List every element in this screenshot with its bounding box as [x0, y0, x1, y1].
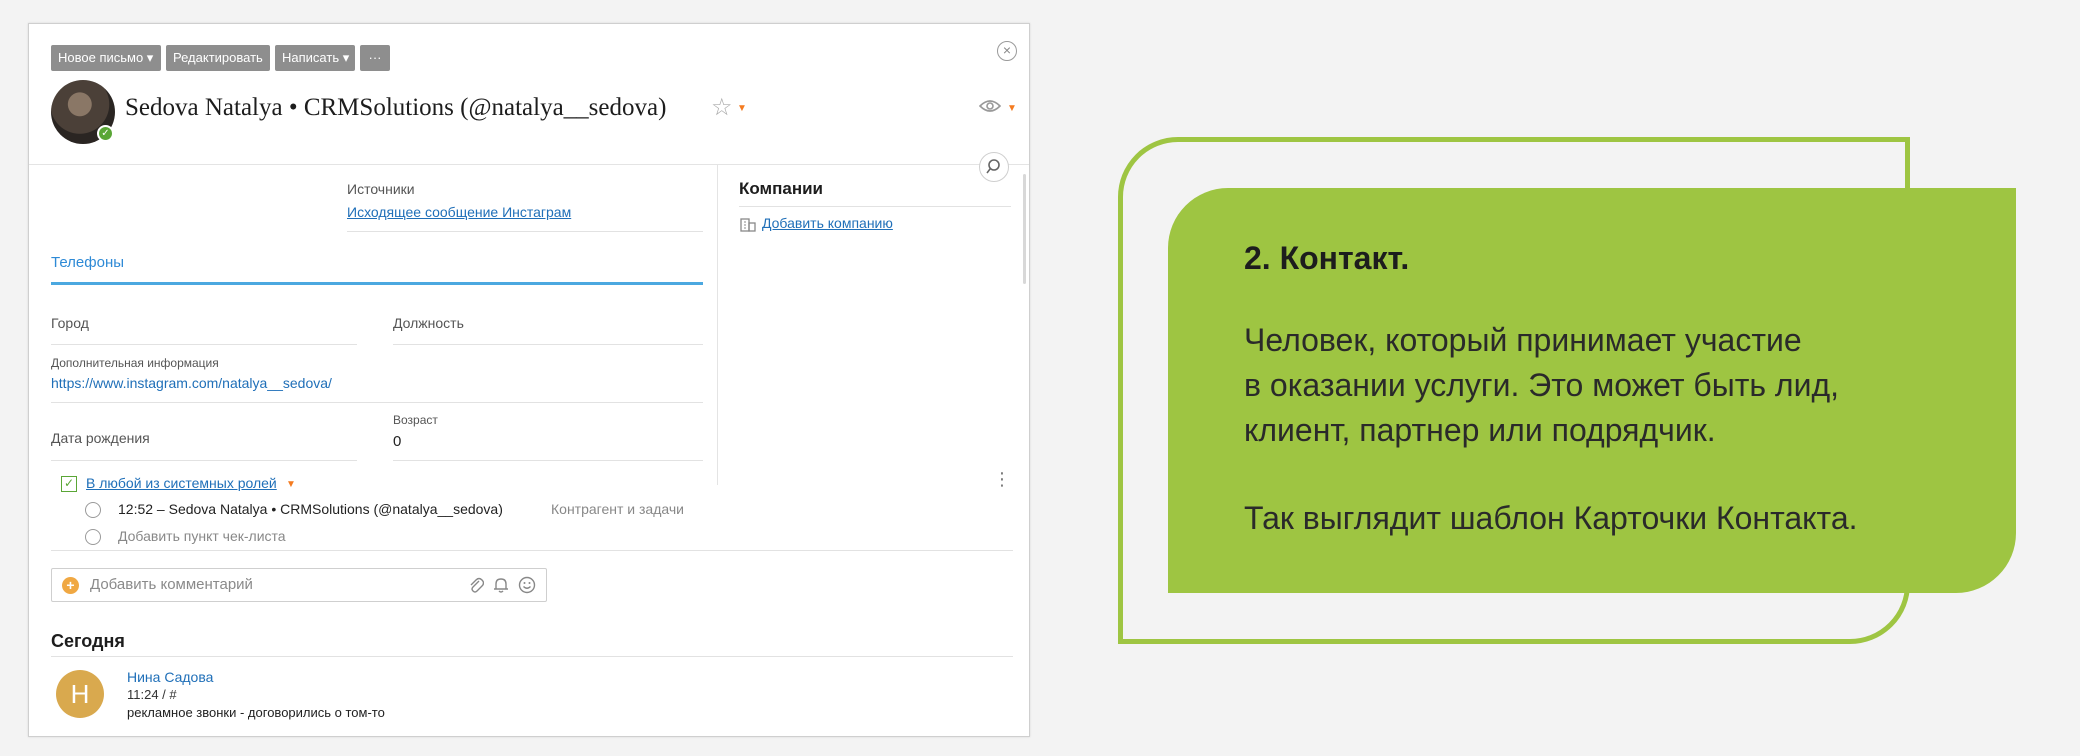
- birthday-field-line[interactable]: [51, 460, 357, 461]
- add-checklist-item[interactable]: Добавить пункт чек-листа: [118, 528, 286, 544]
- birthday-label: Дата рождения: [51, 430, 150, 446]
- info-panel-line: Человек, который принимает участие: [1244, 322, 1802, 358]
- more-vertical-icon[interactable]: ⋮: [993, 470, 1011, 488]
- close-icon[interactable]: ×: [997, 41, 1017, 61]
- feed-time: 11:24 / #: [127, 687, 177, 702]
- extra-info-label: Дополнительная информация: [51, 356, 219, 370]
- edit-button[interactable]: Редактировать: [166, 45, 270, 71]
- city-field-line[interactable]: [51, 344, 357, 345]
- sources-link[interactable]: Исходящее сообщение Инстаграм: [347, 204, 571, 220]
- feed-section-title: Сегодня: [51, 631, 125, 651]
- search-icon[interactable]: [979, 152, 1009, 182]
- position-label: Должность: [393, 315, 464, 331]
- add-item-radio: [85, 529, 101, 545]
- contact-title: Sedova Natalya • CRMSolutions (@natalya_…: [125, 94, 667, 121]
- position-field-line[interactable]: [393, 344, 703, 345]
- info-panel-line: клиент, партнер или подрядчик.: [1244, 412, 1716, 448]
- age-field-line: [393, 460, 703, 461]
- comment-placeholder: Добавить комментарий: [90, 576, 253, 593]
- new-letter-button[interactable]: Новое письмо ▾: [51, 45, 161, 71]
- write-button[interactable]: Написать ▾: [275, 45, 355, 71]
- divider: [347, 231, 703, 232]
- checklist-checkbox[interactable]: ✓: [61, 476, 77, 492]
- add-icon: +: [62, 577, 79, 594]
- roles-link[interactable]: В любой из системных ролей: [86, 475, 277, 491]
- feed-entry-text: рекламное звонки - договорились о том-то: [127, 705, 385, 720]
- scrollbar[interactable]: [1023, 174, 1026, 284]
- watch-eye-icon[interactable]: [979, 99, 1001, 113]
- city-label: Город: [51, 315, 89, 331]
- watch-dropdown-icon[interactable]: ▼: [1007, 103, 1017, 114]
- info-panel-line: Так выглядит шаблон Карточки Контакта.: [1244, 500, 1858, 536]
- companies-heading: Компании: [739, 179, 824, 198]
- sources-label: Источники: [347, 181, 415, 197]
- info-panel-line: в оказании услуги. Это может быть лид,: [1244, 367, 1840, 403]
- favorite-dropdown-icon[interactable]: ▼: [737, 103, 747, 114]
- task-radio[interactable]: [85, 502, 101, 518]
- divider: [51, 550, 1013, 551]
- divider: [51, 402, 703, 403]
- emoji-icon[interactable]: [518, 576, 536, 598]
- task-tag: Контрагент и задачи: [551, 501, 684, 517]
- tab-phones[interactable]: Телефоны: [51, 254, 124, 271]
- feed-author-link[interactable]: Нина Садова: [127, 669, 213, 685]
- column-divider: [717, 165, 718, 485]
- age-value: 0: [393, 433, 402, 450]
- more-button[interactable]: ···: [360, 45, 390, 71]
- bell-icon[interactable]: [492, 576, 510, 598]
- divider: [739, 206, 1011, 207]
- comment-input[interactable]: + Добавить комментарий: [51, 568, 547, 602]
- divider: [51, 656, 1013, 657]
- building-icon: [740, 218, 756, 232]
- favorite-star-icon[interactable]: ☆: [711, 96, 733, 120]
- avatar[interactable]: Н: [56, 670, 104, 718]
- age-label: Возраст: [393, 413, 438, 427]
- task-text[interactable]: 12:52 – Sedova Natalya • CRMSolutions (@…: [118, 501, 503, 517]
- add-company-link[interactable]: Добавить компанию: [762, 215, 893, 231]
- attach-icon[interactable]: [468, 576, 485, 598]
- header-divider: [29, 164, 1029, 165]
- contact-card-window: Новое письмо ▾ Редактировать Написать ▾ …: [28, 23, 1030, 737]
- verified-badge-icon: ✓: [97, 125, 114, 142]
- roles-dropdown-icon[interactable]: ▼: [286, 479, 296, 490]
- info-panel-title: 2. Контакт.: [1244, 240, 1410, 276]
- tab-phones-underline: [51, 282, 703, 285]
- instagram-link[interactable]: https://www.instagram.com/natalya__sedov…: [51, 375, 332, 391]
